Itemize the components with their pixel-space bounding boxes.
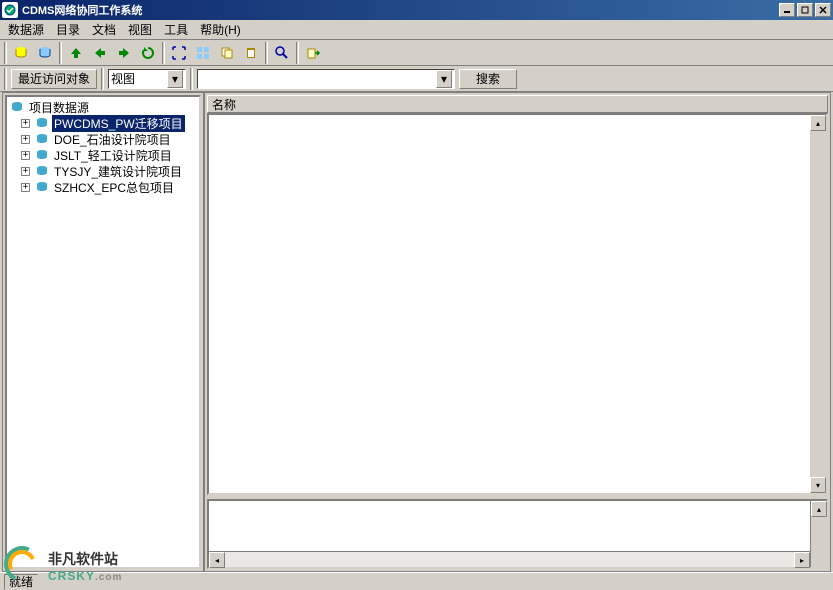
search-icon[interactable]	[271, 42, 293, 64]
toolbar-search: 最近访问对象 ▾ ▾ 搜索	[0, 66, 833, 92]
expand-icon[interactable]	[168, 42, 190, 64]
forward-icon[interactable]	[113, 42, 135, 64]
tree-item-label: DOE_石油设计院项目	[52, 131, 173, 148]
expand-icon[interactable]: +	[21, 183, 30, 192]
datasource2-icon[interactable]	[34, 42, 56, 64]
menu-catalog[interactable]: 目录	[50, 19, 86, 40]
scroll-down-icon[interactable]: ▾	[810, 477, 826, 493]
vertical-scrollbar[interactable]: ▴	[810, 501, 826, 567]
tree-item-label: SZHCX_EPC总包项目	[52, 179, 176, 196]
tree-root-label: 项目数据源	[27, 99, 91, 116]
grid-icon[interactable]	[192, 42, 214, 64]
main-area: 项目数据源 + PWCDMS_PW迁移项目 + DOE_石油设计院项目 +	[2, 92, 831, 572]
menu-bar: 数据源 目录 文档 视图 工具 帮助(H)	[0, 20, 833, 40]
copy-icon[interactable]	[216, 42, 238, 64]
paste-icon[interactable]	[240, 42, 262, 64]
title-bar: CDMS网络协同工作系统	[0, 0, 833, 20]
tree-item[interactable]: + JSLT_轻工设计院项目	[21, 147, 197, 163]
scroll-left-icon[interactable]: ◂	[209, 552, 225, 568]
chevron-down-icon[interactable]: ▾	[436, 70, 452, 88]
tree-item[interactable]: + SZHCX_EPC总包项目	[21, 179, 197, 195]
toolbar-main	[0, 40, 833, 66]
expand-icon[interactable]: +	[21, 119, 30, 128]
search-input[interactable]	[198, 70, 436, 88]
app-icon	[2, 2, 18, 18]
recent-objects-button[interactable]: 最近访问对象	[11, 69, 97, 89]
view-combo[interactable]: ▾	[108, 69, 186, 89]
tree-item-label: JSLT_轻工设计院项目	[52, 147, 174, 164]
window-title: CDMS网络协同工作系统	[22, 2, 777, 18]
expand-icon[interactable]: +	[21, 151, 30, 160]
export-icon[interactable]	[302, 42, 324, 64]
folder-icon	[34, 180, 50, 194]
tree-view[interactable]: 项目数据源 + PWCDMS_PW迁移项目 + DOE_石油设计院项目 +	[5, 95, 201, 569]
scroll-right-icon[interactable]: ▸	[794, 552, 810, 568]
maximize-button[interactable]	[797, 3, 813, 17]
view-combo-input[interactable]	[109, 70, 167, 88]
tree-item-label: PWCDMS_PW迁移项目	[52, 115, 185, 132]
database-icon	[9, 100, 25, 114]
minimize-button[interactable]	[779, 3, 795, 17]
sidebar: 项目数据源 + PWCDMS_PW迁移项目 + DOE_石油设计院项目 +	[3, 93, 205, 571]
status-text: 就绪	[4, 574, 38, 590]
menu-datasource[interactable]: 数据源	[2, 19, 50, 40]
menu-document[interactable]: 文档	[86, 19, 122, 40]
menu-view[interactable]: 视图	[122, 19, 158, 40]
scroll-up-icon[interactable]: ▴	[810, 115, 826, 131]
up-icon[interactable]	[65, 42, 87, 64]
expand-icon[interactable]: +	[21, 135, 30, 144]
expand-icon[interactable]: +	[21, 167, 30, 176]
tree-item[interactable]: + DOE_石油设计院项目	[21, 131, 197, 147]
status-bar: 就绪	[0, 572, 833, 590]
folder-icon	[34, 116, 50, 130]
search-button[interactable]: 搜索	[459, 69, 517, 89]
tree-root-node[interactable]: 项目数据源	[9, 99, 197, 115]
horizontal-scrollbar[interactable]: ◂ ▸	[209, 551, 810, 567]
datasource-icon[interactable]	[10, 42, 32, 64]
tree-item-label: TYSJY_建筑设计院项目	[52, 163, 184, 180]
chevron-down-icon[interactable]: ▾	[167, 70, 183, 88]
back-icon[interactable]	[89, 42, 111, 64]
search-combo[interactable]: ▾	[197, 69, 455, 89]
scroll-up-icon[interactable]: ▴	[811, 501, 827, 517]
folder-icon	[34, 148, 50, 162]
content-area: 名称 ▴ ▾ ▴ ◂ ▸	[205, 93, 830, 571]
tree-item[interactable]: + PWCDMS_PW迁移项目	[21, 115, 197, 131]
folder-icon	[34, 164, 50, 178]
bottom-panel: ▴ ◂ ▸	[207, 499, 828, 569]
tree-item[interactable]: + TYSJY_建筑设计院项目	[21, 163, 197, 179]
close-button[interactable]	[815, 3, 831, 17]
folder-icon	[34, 132, 50, 146]
menu-tools[interactable]: 工具	[158, 19, 194, 40]
list-column-header[interactable]: 名称	[207, 95, 828, 113]
list-body[interactable]: ▴ ▾	[207, 113, 828, 495]
refresh-icon[interactable]	[137, 42, 159, 64]
menu-help[interactable]: 帮助(H)	[194, 19, 247, 40]
